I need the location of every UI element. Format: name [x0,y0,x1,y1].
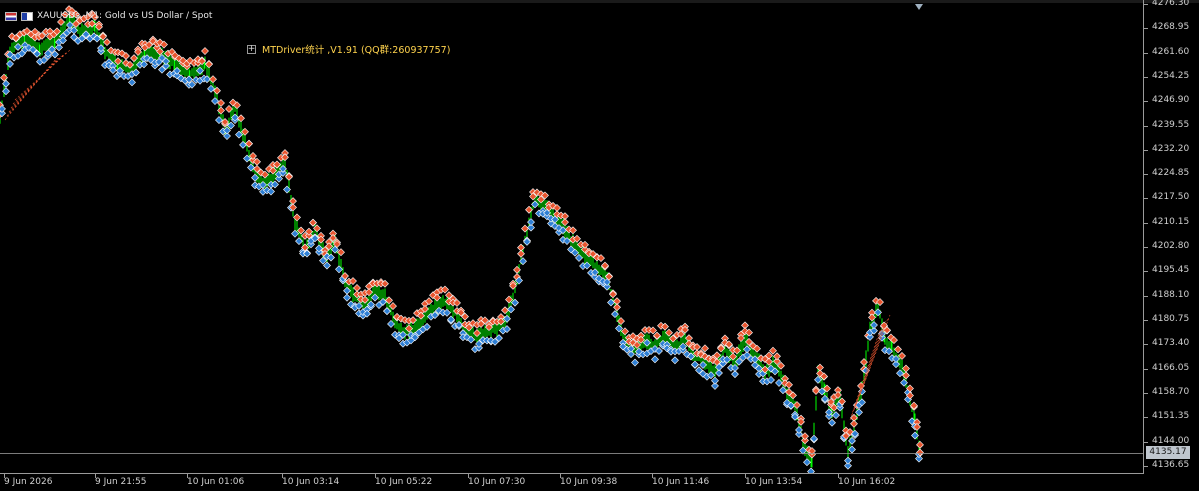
y-tick [1144,465,1148,467]
y-tick-label: 4151.35 [1152,411,1190,422]
y-tick [1144,174,1148,176]
x-tick-label: 10 Jun 13:54 [745,477,803,487]
y-tick-label: 4254.25 [1152,70,1190,81]
buy-marker [691,360,699,369]
y-tick-label: 4246.90 [1152,95,1190,106]
x-tick-label: 10 Jun 01:06 [187,477,245,487]
sell-marker [201,47,209,55]
current-price-label: 4135.17 [1146,446,1190,459]
y-tick [1144,149,1148,151]
x-tick-label: 10 Jun 11:46 [652,477,710,487]
buy-marker [828,418,836,427]
sell-marker [353,284,361,292]
y-tick-label: 4268.95 [1152,22,1190,33]
y-tick-label: 4188.10 [1152,289,1190,300]
x-tick-label: 9 Jun 2026 [4,477,53,487]
y-tick [1144,222,1148,224]
y-tick-label: 4239.55 [1152,119,1190,130]
y-tick [1144,28,1148,30]
price-axis[interactable]: 4276.30 4268.95 4261.60 4254.25 4246.90 4239.… [1144,0,1199,473]
y-tick-label: 4224.85 [1152,168,1190,179]
y-tick [1144,198,1148,200]
sell-marker [773,352,781,361]
time-axis[interactable]: 9 Jun 2026 9 Jun 21:55 10 Jun 01:06 10 Jun … [0,473,1144,491]
y-tick [1144,320,1148,322]
x-tick-label: 10 Jun 05:22 [375,477,433,487]
sell-marker [769,346,777,355]
y-tick-label: 4276.30 [1152,0,1190,8]
y-tick [1144,101,1148,103]
buy-marker [711,376,719,385]
buy-marker [631,358,639,367]
y-tick [1144,392,1148,394]
x-tick-label: 10 Jun 03:14 [282,477,340,487]
y-tick [1144,125,1148,127]
y-tick [1144,271,1148,273]
symbol-title: XAUUSDs, M1: Gold vs US Dollar / Spot [37,11,213,21]
buy-marker [651,355,659,364]
sell-marker [103,38,111,47]
chart-header: XAUUSDs, M1: Gold vs US Dollar / Spot [5,10,212,22]
buy-marker [844,456,852,465]
buy-marker [810,434,818,443]
y-tick [1144,52,1148,54]
y-tick-label: 4136.65 [1152,459,1190,470]
buy-marker [0,104,6,113]
y-tick-label: 4180.75 [1152,314,1190,325]
y-tick-label: 4166.05 [1152,362,1190,373]
y-tick-label: 4232.20 [1152,143,1190,154]
indicator-name: MTDriver统计 ,V1.91 (QQ群:260937757) [262,45,451,56]
candle-wicks [0,10,921,468]
buy-marker [671,356,679,365]
y-tick-label: 4144.00 [1152,435,1190,446]
buy-marker [323,261,331,270]
buy-marker [343,293,351,302]
x-tick-label: 10 Jun 07:30 [468,477,526,487]
sell-marker [894,345,902,354]
y-tick [1144,368,1148,370]
y-tick [1144,247,1148,249]
x-tick-label: 9 Jun 21:55 [95,477,147,487]
chart-plot-area[interactable] [0,0,1144,473]
y-tick-label: 4158.70 [1152,386,1190,397]
chart-shift-marker-icon[interactable] [915,4,923,10]
indicator-label[interactable]: + MTDriver统计 ,V1.91 (QQ群:260937757) [247,42,450,56]
flag-icon [5,11,17,21]
y-tick [1144,3,1148,5]
x-tick-label: 10 Jun 16:02 [838,477,896,487]
y-tick-label: 4173.40 [1152,338,1190,349]
trade-markers [0,5,924,473]
current-price-line [0,453,1144,454]
y-tick [1144,76,1148,78]
expand-plus-icon[interactable]: + [247,44,256,54]
price-chart[interactable] [0,0,1144,473]
y-tick-label: 4195.45 [1152,265,1190,276]
sell-marker [916,440,924,449]
sell-marker [850,419,858,428]
flag-icon [21,11,33,21]
y-tick [1144,441,1148,443]
y-tick-label: 4217.50 [1152,192,1190,203]
y-tick [1144,417,1148,419]
y-tick [1144,344,1148,346]
y-tick [1144,295,1148,297]
y-tick-label: 4202.80 [1152,241,1190,252]
y-tick-label: 4261.60 [1152,46,1190,57]
buy-marker [128,78,136,87]
y-tick-label: 4210.15 [1152,216,1190,227]
x-tick-label: 10 Jun 09:38 [560,477,618,487]
